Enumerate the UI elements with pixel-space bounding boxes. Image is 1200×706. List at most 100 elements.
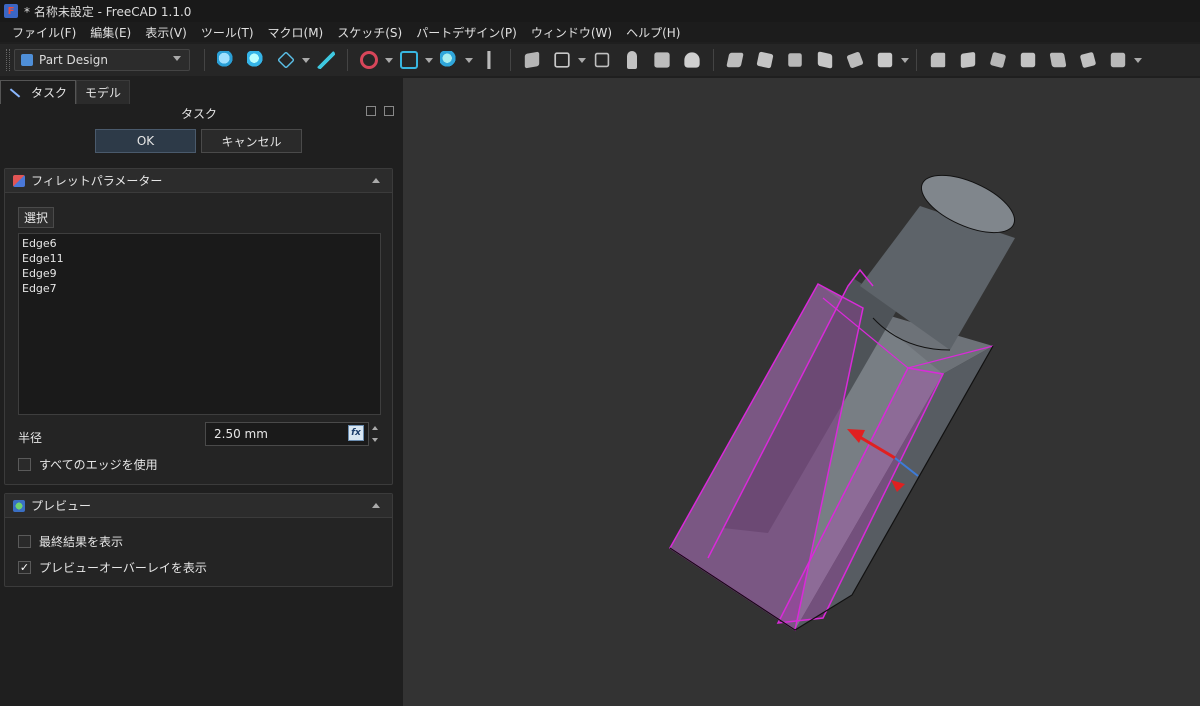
toolbar-grip[interactable] [6, 49, 10, 71]
helix-icon [788, 53, 802, 67]
sweep-icon [756, 51, 774, 69]
create-body-button[interactable] [519, 47, 545, 73]
helix-button[interactable] [782, 47, 808, 73]
fillet-button[interactable] [925, 47, 951, 73]
list-item[interactable]: Edge9 [22, 266, 377, 281]
mirror-icon [1049, 52, 1067, 68]
panel-header-icons [366, 106, 394, 116]
primitive-button[interactable] [872, 47, 898, 73]
menu-part-design[interactable]: パートデザイン(P) [412, 24, 527, 41]
show-final-checkbox[interactable] [18, 535, 31, 548]
primitive-menu-arrow[interactable] [900, 58, 910, 63]
linear-pattern-button[interactable] [1075, 47, 1101, 73]
freecad-window: * 名称未設定 - FreeCAD 1.1.0 ファイル(F) 編集(E) 表示… [0, 0, 1200, 706]
draw-style-arrow[interactable] [384, 58, 394, 63]
spin-down-icon[interactable] [372, 438, 378, 442]
model-canvas[interactable] [403, 78, 1200, 706]
show-overlay-checkbox[interactable]: ✓ [18, 561, 31, 574]
show-final-label: 最終結果を表示 [39, 535, 124, 549]
float-icon[interactable] [366, 106, 376, 116]
use-all-edges-checkbox[interactable] [18, 458, 31, 471]
toolbar: Part Design [0, 44, 1200, 76]
collapse-icon[interactable] [372, 503, 380, 508]
list-item[interactable]: Edge7 [22, 281, 377, 296]
preview-header[interactable]: プレビュー [5, 494, 392, 518]
transform-menu-arrow[interactable] [1133, 58, 1143, 63]
sketch-menu-arrow[interactable] [577, 58, 587, 63]
measure-tool-button[interactable] [476, 47, 502, 73]
list-item[interactable]: Edge11 [22, 251, 377, 266]
sketch-icon [554, 52, 570, 68]
menu-window[interactable]: ウィンドウ(W) [527, 24, 622, 41]
expression-button[interactable]: fx [348, 425, 364, 441]
tab-task-label: タスク [31, 86, 68, 100]
ok-button[interactable]: OK [95, 129, 196, 153]
pad-button[interactable] [619, 47, 645, 73]
zoom-menu-arrow[interactable] [464, 58, 474, 63]
view-isometric-button[interactable] [273, 47, 299, 73]
collapse-icon[interactable] [372, 178, 380, 183]
part-design-icon [21, 54, 33, 66]
sweep-button[interactable] [752, 47, 778, 73]
fillet-icon [13, 174, 25, 187]
cancel-button[interactable]: キャンセル [201, 129, 302, 153]
use-all-edges-label: すべてのエッジを使用 [39, 458, 158, 472]
spin-up-icon[interactable] [372, 426, 378, 430]
cube-icon [277, 51, 295, 69]
fillet-parameters-title: フィレットパラメーター [31, 174, 163, 188]
menu-file[interactable]: ファイル(F) [8, 24, 86, 41]
menu-bar: ファイル(F) 編集(E) 表示(V) ツール(T) マクロ(M) スケッチ(S… [0, 22, 1200, 42]
list-item[interactable]: Edge6 [22, 236, 377, 251]
menu-tools[interactable]: ツール(T) [197, 24, 264, 41]
loft-button[interactable] [722, 47, 748, 73]
use-all-edges-row[interactable]: すべてのエッジを使用 [18, 456, 158, 473]
3d-viewport[interactable] [403, 78, 1200, 706]
thickness-icon [1020, 52, 1036, 68]
radius-input[interactable]: 2.50 mm [205, 422, 369, 446]
validate-sketch-button[interactable] [589, 47, 615, 73]
measure-button[interactable] [313, 47, 339, 73]
radius-spinner[interactable] [369, 422, 381, 446]
edge-list[interactable]: Edge6 Edge11 Edge9 Edge7 [18, 233, 381, 415]
fillet-parameters-header[interactable]: フィレットパラメーター [5, 169, 392, 193]
create-sketch-button[interactable] [549, 47, 575, 73]
mirrored-button[interactable] [1045, 47, 1071, 73]
restore-icon[interactable] [384, 106, 394, 116]
view-menu-arrow[interactable] [301, 58, 311, 63]
menu-help[interactable]: ヘルプ(H) [622, 24, 690, 41]
menu-sketch[interactable]: スケッチ(S) [333, 24, 412, 41]
groove-button[interactable] [812, 47, 838, 73]
tab-model[interactable]: モデル [76, 80, 131, 104]
subtractive-loft-icon [846, 51, 864, 69]
pencil-icon [9, 87, 21, 98]
body-icon [524, 51, 540, 69]
chamfer-button[interactable] [955, 47, 981, 73]
loft-icon [726, 52, 744, 68]
fit-all-button[interactable] [213, 47, 239, 73]
menu-view[interactable]: 表示(V) [141, 24, 197, 41]
toolbar-separator [916, 49, 917, 71]
workbench-selector[interactable]: Part Design [14, 49, 190, 71]
box-selection-arrow[interactable] [424, 58, 434, 63]
toolbar-separator [510, 49, 511, 71]
radius-value: 2.50 mm [214, 427, 268, 441]
tab-task[interactable]: タスク [0, 80, 77, 104]
menu-macro[interactable]: マクロ(M) [264, 24, 334, 41]
pocket-button[interactable] [649, 47, 675, 73]
zoom-button[interactable] [436, 47, 462, 73]
subtractive-loft-button[interactable] [842, 47, 868, 73]
window-title: * 名称未設定 - FreeCAD 1.1.0 [24, 4, 192, 19]
fit-selection-button[interactable] [243, 47, 269, 73]
menu-edit[interactable]: 編集(E) [86, 24, 141, 41]
revolution-button[interactable] [679, 47, 705, 73]
bounding-box-button[interactable] [396, 47, 422, 73]
workbench-label: Part Design [39, 53, 108, 67]
multi-transform-button[interactable] [1105, 47, 1131, 73]
show-overlay-row[interactable]: ✓ プレビューオーバーレイを表示 [18, 559, 207, 576]
draft-icon [989, 51, 1007, 69]
draw-style-button[interactable] [356, 47, 382, 73]
show-final-row[interactable]: 最終結果を表示 [18, 533, 123, 550]
thickness-button[interactable] [1015, 47, 1041, 73]
select-button[interactable]: 選択 [18, 207, 54, 228]
draft-button[interactable] [985, 47, 1011, 73]
